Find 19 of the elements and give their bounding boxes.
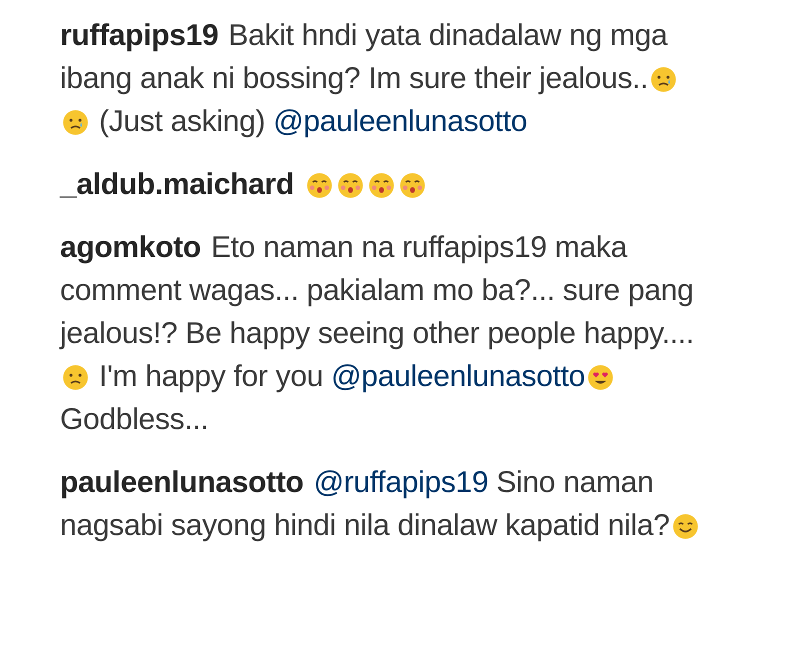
username-link[interactable]: ruffapips19 [60,19,218,52]
username-link[interactable]: _aldub.maichard [60,168,294,201]
sad-face-icon [62,364,89,391]
comment-text: ruffapips19 Bakit hndi yata dinadalaw ng mga ibang anak ni bossing? Im sure their jealous.. (Just asking) @pauleenlunasotto [60,14,710,143]
crying-face-icon [650,66,678,93]
username-link[interactable]: pauleenlunasotto [60,466,304,499]
surprised-face-icon [336,172,364,199]
mention-link[interactable]: @pauleenlunasotto [331,360,586,393]
crying-face-icon [62,109,89,136]
mention-link[interactable]: @pauleenlunasotto [273,105,528,138]
surprised-face-icon [368,172,395,199]
comment-text: agomkoto Eto naman na ruffapips19 maka comment wagas... pakialam mo ba?... sure pang jealous!? Be happy seeing other people happy.... I'm happy for you @pauleenlunasotto Godbless... [60,230,695,438]
smiling-face-icon [672,513,699,540]
heart-eyes-face-icon [587,364,614,391]
username-link[interactable]: agomkoto [60,231,201,264]
surprised-face-icon [398,172,426,199]
comment-text: pauleenlunasotto @ruffapips19 Sino naman nagsabi sayong hindi nila dinalaw kapatid nila? [60,461,710,547]
mention-link[interactable]: @ruffapips19 [314,466,488,499]
surprised-face-icon [306,172,333,199]
